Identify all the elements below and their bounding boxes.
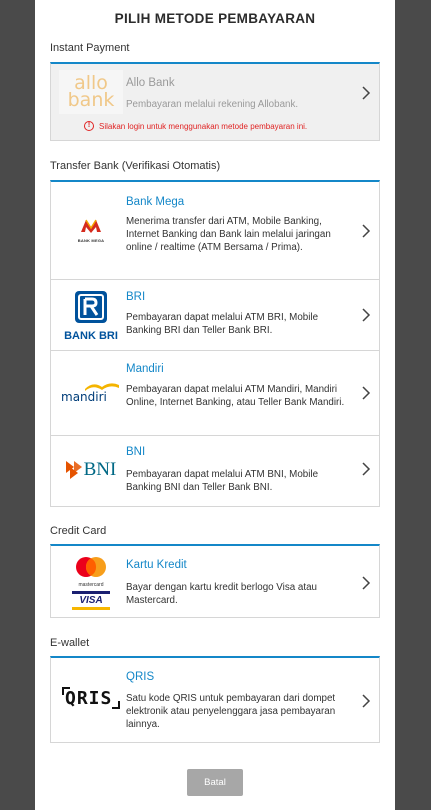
qris-logo: QRIS: [59, 684, 123, 716]
section-label-instant-payment: Instant Payment: [50, 42, 130, 54]
mandiri-logo: mandiri: [59, 381, 123, 405]
payment-option-mandiri[interactable]: mandiri Mandiri Pembayaran dapat melalui…: [51, 351, 379, 436]
e-wallet-group: QRIS QRIS Satu kode QRIS untuk pembayara…: [50, 656, 380, 743]
payment-option-name: Allo Bank: [126, 77, 175, 89]
bank-mega-m-icon: [81, 219, 101, 233]
payment-option-name: QRIS: [126, 671, 155, 683]
chevron-right-icon: [362, 386, 371, 400]
payment-method-dialog: PILIH METODE PEMBAYARAN Instant Payment …: [35, 0, 395, 810]
bri-emblem-icon: [75, 291, 107, 323]
mandiri-logo-text: mandiri: [61, 390, 107, 404]
chevron-right-icon: [362, 462, 371, 476]
instant-payment-group: allo bank Allo Bank Pembayaran melalui r…: [50, 62, 380, 141]
visa-icon: VISA: [72, 591, 110, 610]
payment-option-desc: Satu kode QRIS untuk pembayaran dari dom…: [126, 693, 336, 730]
payment-option-name: BRI: [126, 291, 146, 303]
qris-logo-text: QRIS: [65, 688, 113, 709]
credit-card-logos: mastercard VISA: [59, 554, 123, 612]
payment-option-bri[interactable]: BANK BRI BRI Pembayaran dapat melalui AT…: [51, 280, 379, 351]
bank-mega-logo-text: BANK MEGA: [77, 238, 105, 243]
payment-option-desc: Menerima transfer dari ATM, Mobile Banki…: [126, 216, 331, 253]
payment-option-bni[interactable]: BNI BNI Pembayaran dapat melalui ATM BNI…: [51, 436, 379, 507]
payment-option-name: Mandiri: [126, 363, 164, 375]
payment-option-desc: Bayar dengan kartu kredit berlogo Visa a…: [126, 582, 317, 606]
mastercard-icon: [76, 557, 106, 577]
bri-logo: BANK BRI: [59, 290, 123, 342]
login-warning-text: Silakan login untuk menggunakan metode p…: [99, 121, 308, 131]
chevron-right-icon: [362, 224, 371, 238]
allo-logo-bottom: bank: [67, 89, 115, 111]
chevron-right-icon: [362, 694, 371, 708]
section-label-credit-card: Credit Card: [50, 525, 107, 537]
payment-option-allo-bank[interactable]: allo bank Allo Bank Pembayaran melalui r…: [51, 64, 379, 141]
qris-corner-icon: [112, 701, 120, 709]
payment-option-desc: Pembayaran dapat melalui ATM BNI, Mobile…: [126, 469, 319, 493]
bni-emblem-icon: [65, 461, 82, 479]
bri-logo-text: BANK BRI: [64, 330, 118, 342]
bni-logo-text: BNI: [83, 459, 117, 480]
section-label-e-wallet: E-wallet: [50, 637, 90, 649]
chevron-right-icon: [362, 576, 371, 590]
payment-option-desc: Pembayaran dapat melalui ATM Mandiri, Ma…: [126, 384, 345, 408]
payment-option-qris[interactable]: QRIS QRIS Satu kode QRIS untuk pembayara…: [51, 658, 379, 743]
chevron-right-icon: [362, 308, 371, 322]
payment-option-name: BNI: [126, 446, 146, 458]
payment-option-name: Bank Mega: [126, 196, 185, 208]
section-label-transfer-bank: Transfer Bank (Verifikasi Otomatis): [50, 160, 221, 172]
payment-option-desc: Pembayaran dapat melalui ATM BRI, Mobile…: [126, 312, 319, 336]
payment-option-kartu-kredit[interactable]: mastercard VISA Kartu Kredit Bayar denga…: [51, 546, 379, 618]
warning-icon: !: [84, 121, 94, 131]
chevron-right-icon: [362, 86, 371, 100]
payment-option-name: Kartu Kredit: [126, 559, 187, 571]
credit-card-group: mastercard VISA Kartu Kredit Bayar denga…: [50, 544, 380, 618]
payment-option-desc: Pembayaran melalui rekening Allobank.: [126, 99, 299, 110]
transfer-bank-group: BANK MEGA Bank Mega Menerima transfer da…: [50, 180, 380, 507]
mastercard-text: mastercard: [78, 582, 104, 588]
login-warning: ! Silakan login untuk menggunakan metode…: [84, 121, 307, 131]
cancel-button[interactable]: Batal: [187, 769, 243, 796]
bank-mega-logo: BANK MEGA: [59, 216, 123, 246]
payment-option-bank-mega[interactable]: BANK MEGA Bank Mega Menerima transfer da…: [51, 182, 379, 280]
page-title: PILIH METODE PEMBAYARAN: [114, 11, 316, 26]
bni-logo: BNI: [59, 458, 123, 482]
allo-bank-logo: allo bank: [59, 70, 123, 114]
